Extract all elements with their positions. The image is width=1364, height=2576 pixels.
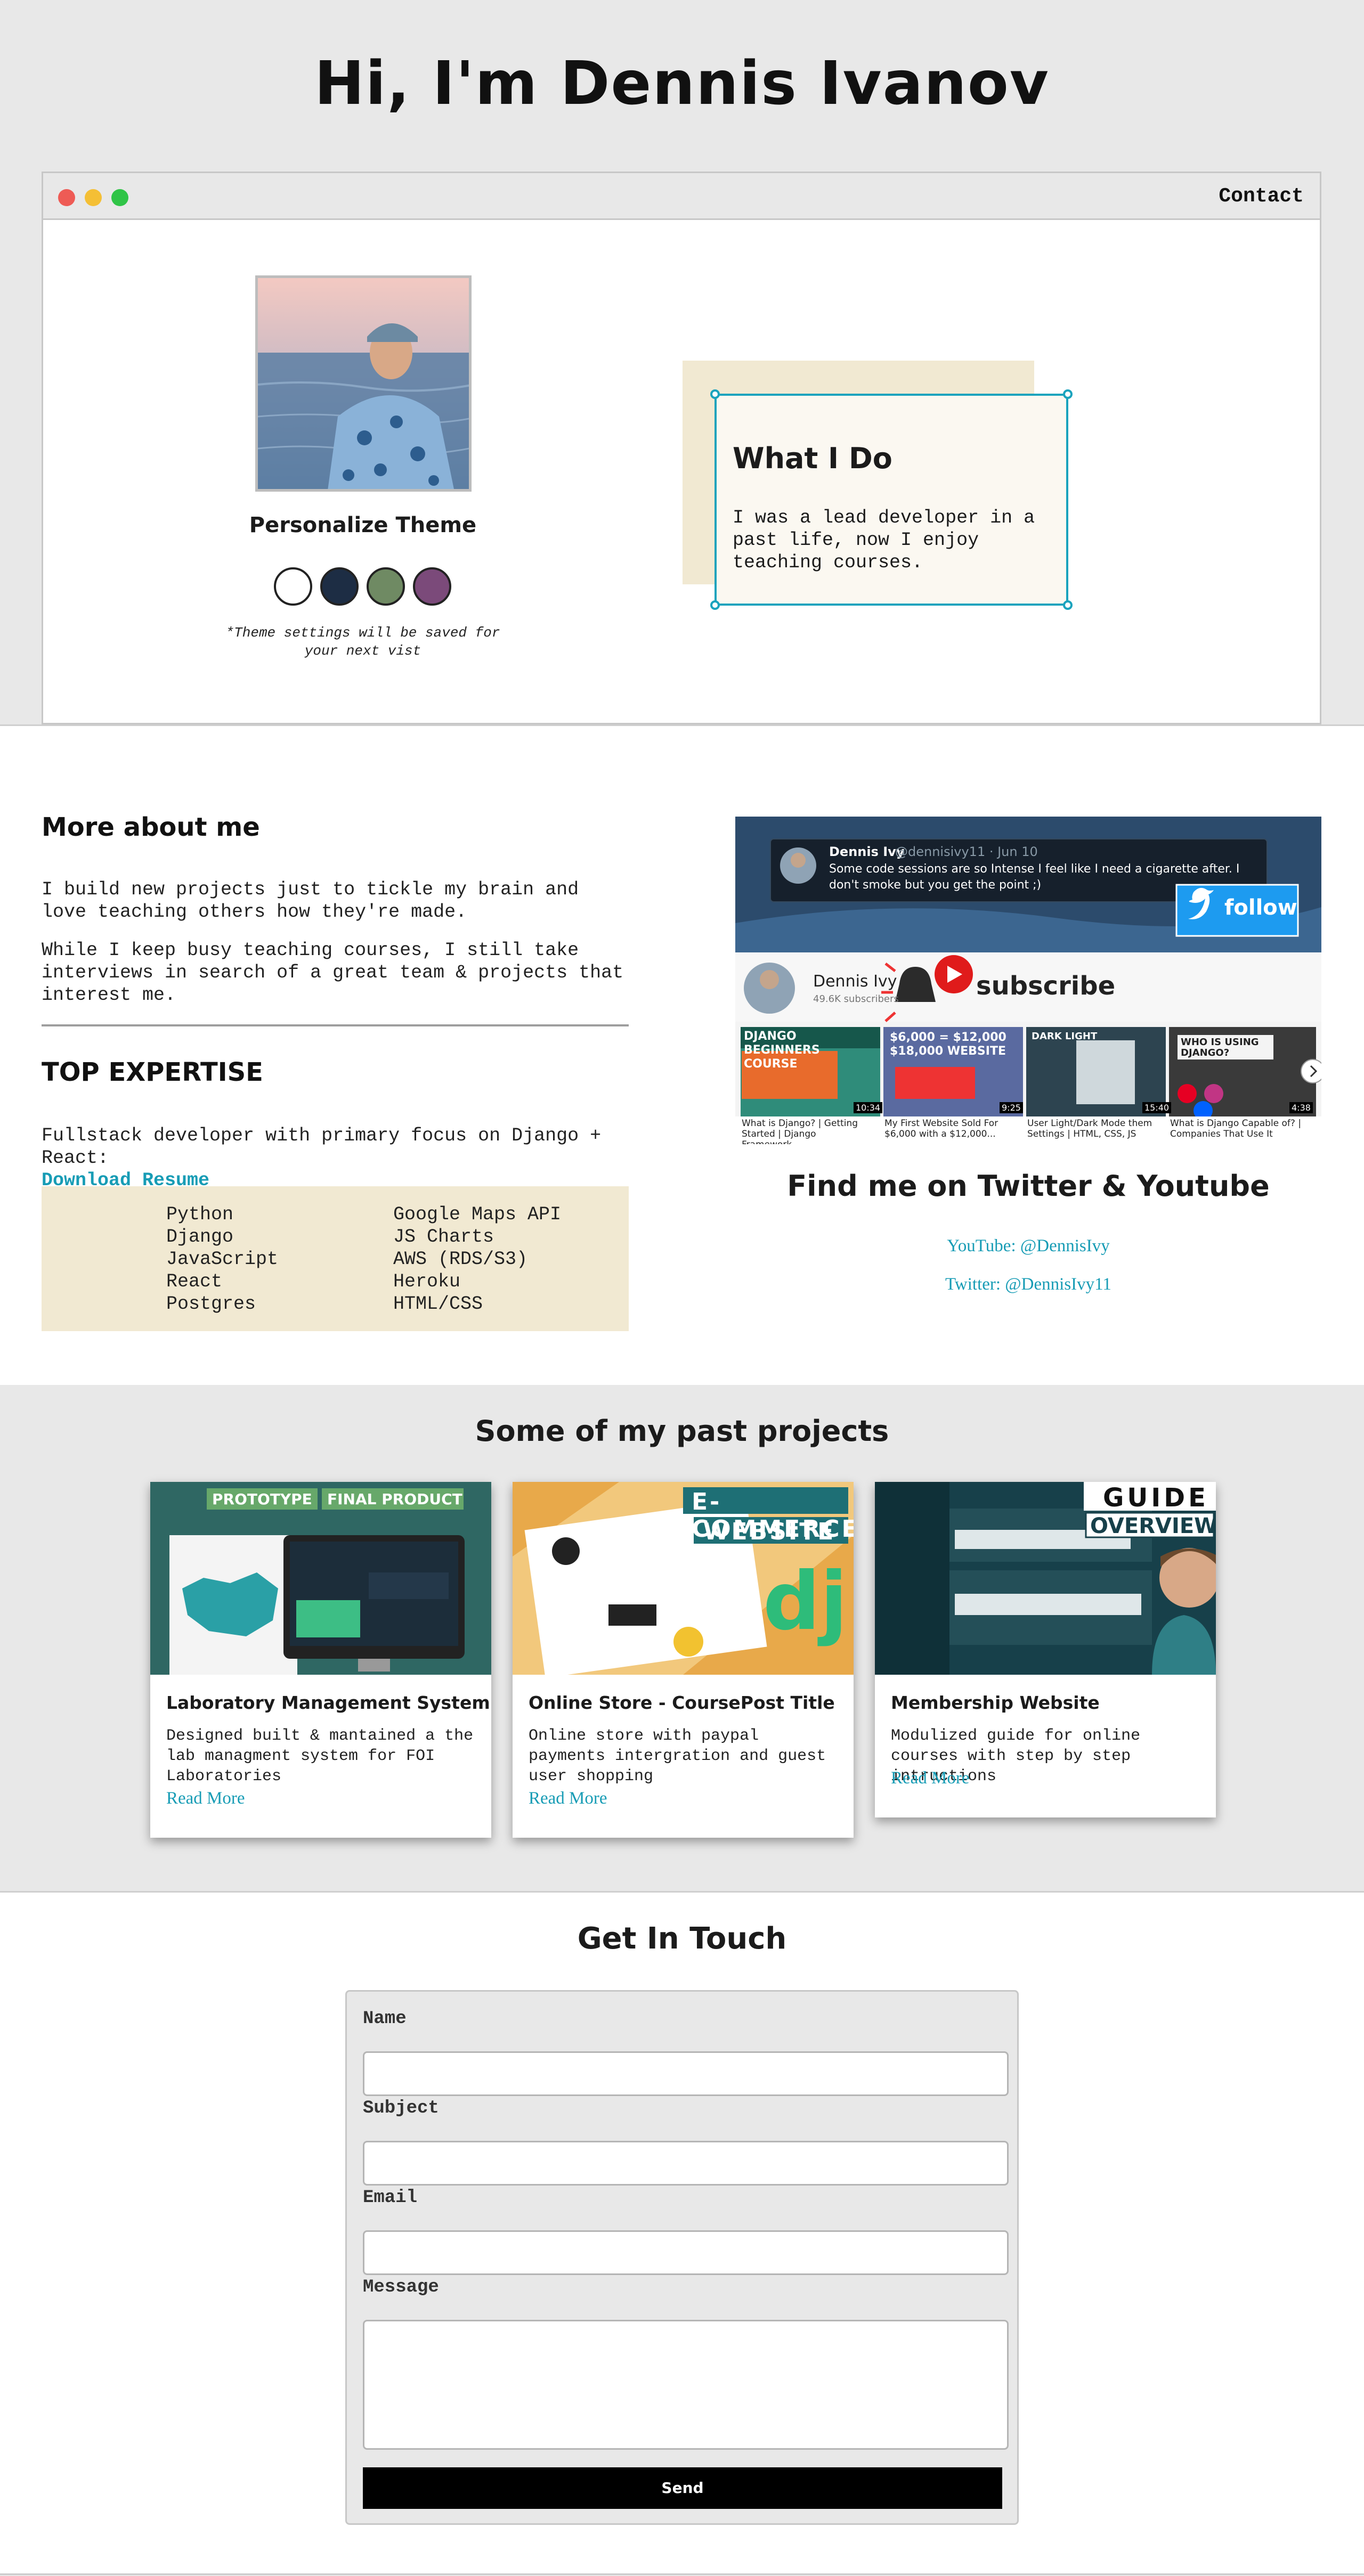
theme-note: *Theme settings will be saved for your n… (225, 625, 500, 659)
project-description: Designed built & mantained a the lab man… (166, 1727, 474, 1786)
email-input[interactable] (363, 2230, 1009, 2275)
video-caption[interactable]: User Light/Dark Mode them Settings | HTM… (1027, 1118, 1160, 1139)
read-more-link[interactable]: Read More (166, 1789, 245, 1808)
browser-toolbar: Contact (43, 173, 1320, 220)
expertise-title: TOP EXPERTISE (42, 1057, 263, 1087)
video-thumb-text: WHO IS USING DJANGO? (1181, 1037, 1259, 1058)
project-card[interactable]: E-COMMERCE WEBSITE dj Online Store - Cou… (513, 1482, 854, 1838)
contact-form: Name Subject Email Message Send (345, 1990, 1019, 2525)
video-duration: 9:25 (1000, 1102, 1023, 1113)
skill-item: HTML/CSS (393, 1293, 483, 1315)
skill-item: JS Charts (393, 1226, 494, 1248)
read-more-link[interactable]: Read More (529, 1789, 607, 1808)
what-i-do-card: What I Do I was a lead developer in a pa… (710, 389, 1073, 610)
what-i-do-title: What I Do (733, 442, 892, 475)
contact-title: Get In Touch (577, 1921, 787, 1956)
divider (42, 1024, 629, 1026)
tweet-text: Some code sessions are so Intense I feel… (829, 862, 1240, 892)
project-thumbnail: PROTOTYPE FINAL PRODUCT (150, 1482, 491, 1675)
project-description: Online store with paypal payments interg… (529, 1727, 826, 1786)
tweet-author: Dennis Ivy (829, 844, 905, 859)
follow-button[interactable]: follow (1224, 895, 1297, 920)
resize-handle-icon (710, 600, 720, 610)
email-label: Email (363, 2188, 418, 2208)
page-title: Hi, I'm Dennis Ivanov (314, 49, 1050, 118)
project-card[interactable]: GUIDE OVERVIEW Membership Website Moduli… (875, 1482, 1216, 1817)
subject-input[interactable] (363, 2141, 1009, 2186)
project-thumbnail: E-COMMERCE WEBSITE dj (513, 1482, 854, 1675)
theme-title: Personalize Theme (249, 513, 477, 537)
video-duration: 15:40 (1142, 1102, 1172, 1113)
video-duration: 4:38 (1289, 1102, 1313, 1113)
tweet-handle: @dennisivy11 · Jun 10 (895, 844, 1038, 859)
projects-section: Some of my past projects PROTOTYPE FINAL… (0, 1385, 1364, 1891)
expertise-text: Fullstack developer with primary focus o… (42, 1124, 628, 1192)
read-more-link[interactable]: Read More (891, 1768, 970, 1788)
thumbnail-label: PROTOTYPE (212, 1490, 312, 1508)
thumbnail-label: OVERVIEW (1090, 1514, 1216, 1538)
youtube-channel-name: Dennis Ivy (813, 972, 897, 991)
video-caption[interactable]: What is Django Capable of? | Companies T… (1170, 1118, 1303, 1139)
skill-item: Heroku (393, 1271, 461, 1292)
theme-swatch-purple[interactable] (413, 567, 451, 606)
name-label: Name (363, 2009, 407, 2029)
theme-swatch-white[interactable] (274, 567, 312, 606)
thumbnail-label: GUIDE (1103, 1483, 1209, 1513)
thumbnail-label: WEBSITE (703, 1518, 836, 1545)
youtube-subscribers: 49.6K subscribers (813, 993, 899, 1005)
project-card[interactable]: PROTOTYPE FINAL PRODUCT Laboratory Manag… (150, 1482, 491, 1838)
send-button[interactable]: Send (363, 2467, 1002, 2509)
skill-item: Python (166, 1204, 234, 1225)
project-title: Online Store - CoursePost Title (529, 1692, 835, 1713)
projects-title: Some of my past projects (475, 1414, 889, 1448)
resize-handle-icon (1063, 600, 1073, 610)
resize-handle-icon (1063, 389, 1073, 399)
subject-label: Subject (363, 2098, 439, 2118)
nav-contact-link[interactable]: Contact (1219, 185, 1304, 208)
what-i-do-text: I was a lead developer in a past life, n… (733, 507, 1035, 573)
theme-swatch-navy[interactable] (320, 567, 359, 606)
theme-swatch-green[interactable] (367, 567, 405, 606)
message-label: Message (363, 2277, 439, 2297)
browser-window-mockup: Contact Personalize Theme *Theme setting… (42, 172, 1321, 724)
skills-list: Python Django JavaScript React Postgres … (42, 1186, 629, 1331)
skill-item: Postgres (166, 1293, 256, 1315)
video-thumb-text: DARK LIGHT (1032, 1031, 1098, 1042)
footer-divider (0, 2573, 1364, 2575)
video-thumb-text: DJANGO BEGINNERS COURSE (744, 1030, 820, 1071)
maximize-dot-icon (111, 189, 128, 206)
twitter-link[interactable]: Twitter: @DennisIvy11 (735, 1275, 1321, 1294)
about-title: More about me (42, 812, 260, 842)
expertise-description: Fullstack developer with primary focus o… (42, 1125, 602, 1169)
about-paragraph-2: While I keep busy teaching courses, I st… (42, 940, 624, 1006)
video-caption[interactable]: What is Django? | Getting Started | Djan… (742, 1118, 875, 1144)
skill-item: React (166, 1271, 223, 1292)
skill-item: Google Maps API (393, 1204, 562, 1225)
video-thumb-text: $6,000 = $12,000 $18,000 WEBSITE (890, 1031, 1006, 1058)
skill-item: AWS (RDS/S3) (393, 1249, 528, 1270)
skill-item: Django (166, 1226, 234, 1248)
social-title: Find me on Twitter & Youtube (787, 1169, 1270, 1203)
about-paragraph-1: I build new projects just to tickle my b… (42, 879, 579, 923)
name-input[interactable] (363, 2051, 1009, 2096)
close-dot-icon (58, 189, 75, 206)
skill-item: JavaScript (166, 1249, 279, 1270)
contact-section: Get In Touch Name Subject Email Message … (0, 1891, 1364, 2576)
project-title: Laboratory Management System (166, 1692, 490, 1713)
video-duration: 10:34 (854, 1102, 883, 1113)
message-textarea[interactable] (363, 2320, 1009, 2450)
profile-photo (255, 275, 472, 492)
project-title: Membership Website (891, 1692, 1100, 1713)
resize-handle-icon (710, 389, 720, 399)
youtube-link[interactable]: YouTube: @DennisIvy (735, 1236, 1321, 1256)
about-section: More about me I build new projects just … (0, 724, 1364, 1385)
subscribe-button[interactable]: subscribe (976, 971, 1115, 1001)
thumbnail-label: FINAL PRODUCT (327, 1490, 462, 1508)
minimize-dot-icon (85, 189, 102, 206)
django-logo: dj (763, 1555, 848, 1648)
social-media-banner: Dennis Ivy @dennisivy11 · Jun 10 Some co… (735, 817, 1321, 1144)
project-thumbnail: GUIDE OVERVIEW (875, 1482, 1216, 1675)
video-caption[interactable]: My First Website Sold For $6,000 with a … (884, 1118, 1018, 1139)
